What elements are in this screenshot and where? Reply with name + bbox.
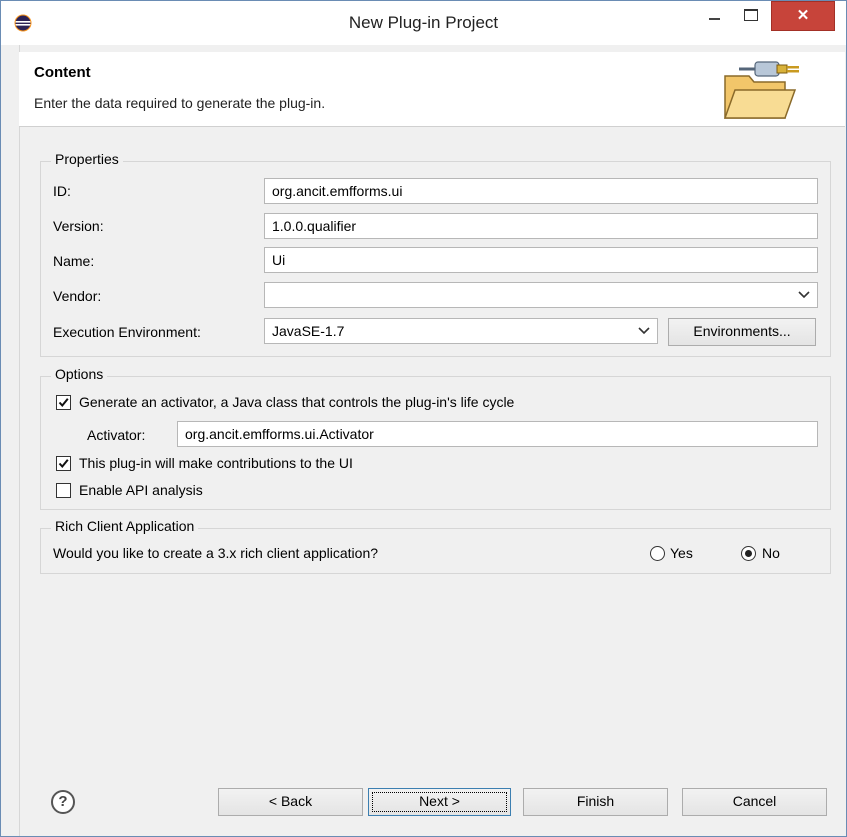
rcp-question: Would you like to create a 3.x rich clie… [53,545,379,561]
yes-radio[interactable] [650,546,665,561]
options-legend: Options [51,366,108,382]
properties-legend: Properties [51,151,123,167]
generate-activator-label[interactable]: Generate an activator, a Java class that… [79,394,514,410]
vendor-combo[interactable] [264,282,818,308]
api-analysis-label[interactable]: Enable API analysis [79,482,203,498]
header-description: Enter the data required to generate the … [34,95,326,111]
rich-client-application-legend: Rich Client Application [51,518,199,534]
vendor-label: Vendor: [53,288,102,304]
left-edge [1,45,20,836]
yes-label[interactable]: Yes [670,545,693,561]
api-analysis-checkbox[interactable] [56,483,71,498]
generate-activator-checkbox[interactable] [56,395,71,410]
close-button[interactable]: ✕ [771,1,835,31]
id-label: ID: [53,183,71,199]
ui-contributions-label[interactable]: This plug-in will make contributions to … [79,455,353,471]
finish-button[interactable]: Finish [523,788,668,816]
chevron-down-icon [637,324,651,338]
no-radio-selected-dot [745,550,752,557]
wizard-header: Content Enter the data required to gener… [19,52,845,127]
no-radio[interactable] [741,546,756,561]
no-label[interactable]: No [762,545,780,561]
dialog-window: New Plug-in Project ✕ Content Enter the … [0,0,847,837]
id-field[interactable]: org.ancit.emfforms.ui [264,178,818,204]
chevron-down-icon [797,288,811,302]
header-title: Content [34,64,91,81]
next-focus-rect [372,792,507,812]
execution-environment-label: Execution Environment: [53,324,201,340]
minimize-button[interactable] [697,1,731,31]
title-bar[interactable]: New Plug-in Project ✕ [1,1,846,45]
cancel-button[interactable]: Cancel [682,788,827,816]
activator-label: Activator: [87,427,146,443]
back-button[interactable]: < Back [218,788,363,816]
activator-field[interactable]: org.ancit.emfforms.ui.Activator [177,421,818,447]
folder-plug-icon [719,54,803,124]
maximize-button[interactable] [734,1,768,31]
version-field[interactable]: 1.0.0.qualifier [264,213,818,239]
execution-environment-combo[interactable]: JavaSE-1.7 [264,318,658,344]
help-icon[interactable]: ? [51,790,75,814]
ui-contributions-checkbox[interactable] [56,456,71,471]
execution-environment-value: JavaSE-1.7 [272,323,345,339]
name-field[interactable]: Ui [264,247,818,273]
environments-button[interactable]: Environments... [668,318,816,346]
version-label: Version: [53,218,104,234]
name-label: Name: [53,253,95,269]
next-button[interactable]: Next > [368,788,511,816]
